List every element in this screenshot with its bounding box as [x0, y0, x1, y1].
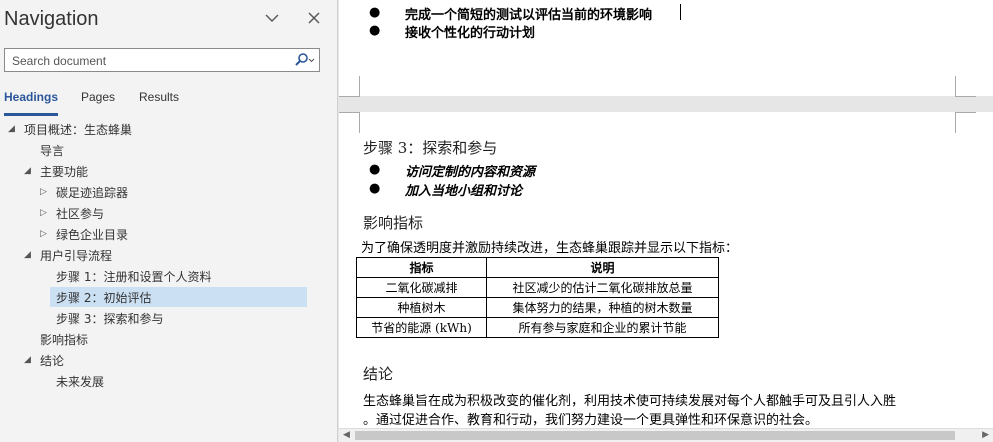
conclusion-text-line-2: 。通过促进合作、教育和行动，我们努力建设一个更具弹性和环保意识的社会。: [363, 413, 819, 428]
table-header: 指标: [356, 257, 487, 278]
margin-corner-mark: [955, 112, 976, 133]
scroll-right-icon[interactable]: ▶: [982, 430, 989, 440]
bullet-text: 访问定制的内容和资源: [405, 165, 536, 180]
conclusion-text-line-1: 生态蜂巢旨在成为积极改变的催化剂，利用技术使可持续发展对每个人都触手可及且引人入…: [363, 394, 897, 409]
collapsed-triangle-icon[interactable]: ▷: [40, 187, 47, 197]
heading-metrics: 影响指标: [363, 214, 424, 232]
collapsed-triangle-icon[interactable]: ▷: [40, 208, 47, 218]
tree-item[interactable]: 步骤 3：探索和参与: [0, 308, 337, 328]
search-button[interactable]: [293, 51, 317, 69]
collapsed-triangle-icon[interactable]: ▷: [40, 229, 47, 239]
bullet-icon: ●: [369, 181, 381, 196]
bullet-icon: ●: [369, 5, 381, 20]
scrollbar-thumb[interactable]: [355, 431, 955, 440]
table-header-row: 指标 说明: [356, 257, 719, 278]
margin-corner-mark: [955, 76, 976, 97]
document-area[interactable]: ● 完成一个简短的测试以评估当前的环境影响 ● 接收个性化的行动计划 步骤 3：…: [339, 0, 993, 428]
table-row: 二氧化碳减排 社区减少的估计二氧化碳排放总量: [356, 277, 719, 298]
horizontal-scrollbar[interactable]: ◀ ▶: [339, 428, 993, 442]
search-box: [4, 48, 320, 72]
margin-corner-mark: [339, 76, 360, 97]
expanded-triangle-icon[interactable]: ◢: [24, 250, 31, 260]
close-icon[interactable]: [304, 8, 324, 28]
tree-item[interactable]: ▷ 绿色企业目录: [0, 224, 337, 244]
tree-item[interactable]: ▷ 社区参与: [0, 203, 337, 223]
margin-corner-mark: [339, 112, 360, 133]
expanded-triangle-icon[interactable]: ◢: [24, 166, 31, 176]
search-input[interactable]: [10, 50, 284, 72]
bullet-text: 接收个性化的行动计划: [405, 26, 536, 41]
tree-item[interactable]: ▷ 碳足迹追踪器: [0, 182, 337, 202]
table-cell: 社区减少的估计二氧化碳排放总量: [486, 277, 719, 298]
tree-item[interactable]: ◢ 用户引导流程: [0, 245, 337, 265]
tree-item[interactable]: ◢ 主要功能: [0, 161, 337, 181]
metrics-table: 指标 说明 二氧化碳减排 社区减少的估计二氧化碳排放总量 种植树木 集体努力的结…: [356, 257, 719, 338]
tab-headings[interactable]: Headings: [4, 90, 59, 116]
tab-results[interactable]: Results: [139, 90, 179, 116]
heading-conclusion: 结论: [363, 365, 394, 383]
expanded-triangle-icon[interactable]: ◢: [24, 355, 31, 365]
navigation-pane: Navigation Headings Pages Results ◢ 项目概述…: [0, 0, 338, 442]
nav-title: Navigation: [4, 8, 99, 30]
table-row: 节省的能源 (kWh) 所有参与家庭和企业的累计节能: [356, 317, 719, 338]
table-cell: 集体努力的结果，种植的树木数量: [486, 297, 719, 318]
tree-item[interactable]: ◢ 结论: [0, 350, 337, 370]
search-icon: [295, 53, 315, 66]
document-page-1[interactable]: ● 完成一个简短的测试以评估当前的环境影响 ● 接收个性化的行动计划: [339, 0, 993, 97]
chevron-down-icon[interactable]: [262, 8, 282, 28]
tree-item[interactable]: 步骤 2：初始评估: [0, 287, 337, 307]
table-header: 说明: [486, 257, 719, 278]
tab-pages[interactable]: Pages: [81, 90, 115, 116]
table-cell: 节省的能源 (kWh): [356, 317, 487, 338]
bullet-icon: ●: [369, 23, 381, 38]
table-cell: 种植树木: [356, 297, 487, 318]
metrics-intro: 为了确保透明度并激励持续改进，生态蜂巢跟踪并显示以下指标：: [361, 241, 739, 256]
bullet-text: 加入当地小组和讨论: [405, 184, 523, 199]
heading-step3: 步骤 3：探索和参与: [363, 139, 498, 157]
tree-item[interactable]: 影响指标: [0, 329, 337, 349]
bullet-text: 完成一个简短的测试以评估当前的环境影响: [405, 8, 653, 23]
tree-item[interactable]: 步骤 1：注册和设置个人资料: [0, 266, 337, 286]
tree-item[interactable]: 导言: [0, 140, 337, 160]
tree-item[interactable]: ◢ 项目概述：生态蜂巢: [0, 119, 337, 139]
table-cell: 二氧化碳减排: [356, 277, 487, 298]
bullet-icon: ●: [369, 162, 381, 177]
table-cell: 所有参与家庭和企业的累计节能: [486, 317, 719, 338]
expanded-triangle-icon[interactable]: ◢: [8, 124, 15, 134]
table-row: 种植树木 集体努力的结果，种植的树木数量: [356, 297, 719, 318]
document-page-2[interactable]: 步骤 3：探索和参与 ● 访问定制的内容和资源 ● 加入当地小组和讨论 影响指标…: [339, 112, 993, 428]
text-cursor: [680, 4, 681, 20]
tree-item[interactable]: 未来发展: [0, 371, 337, 391]
scroll-left-icon[interactable]: ◀: [343, 430, 350, 440]
